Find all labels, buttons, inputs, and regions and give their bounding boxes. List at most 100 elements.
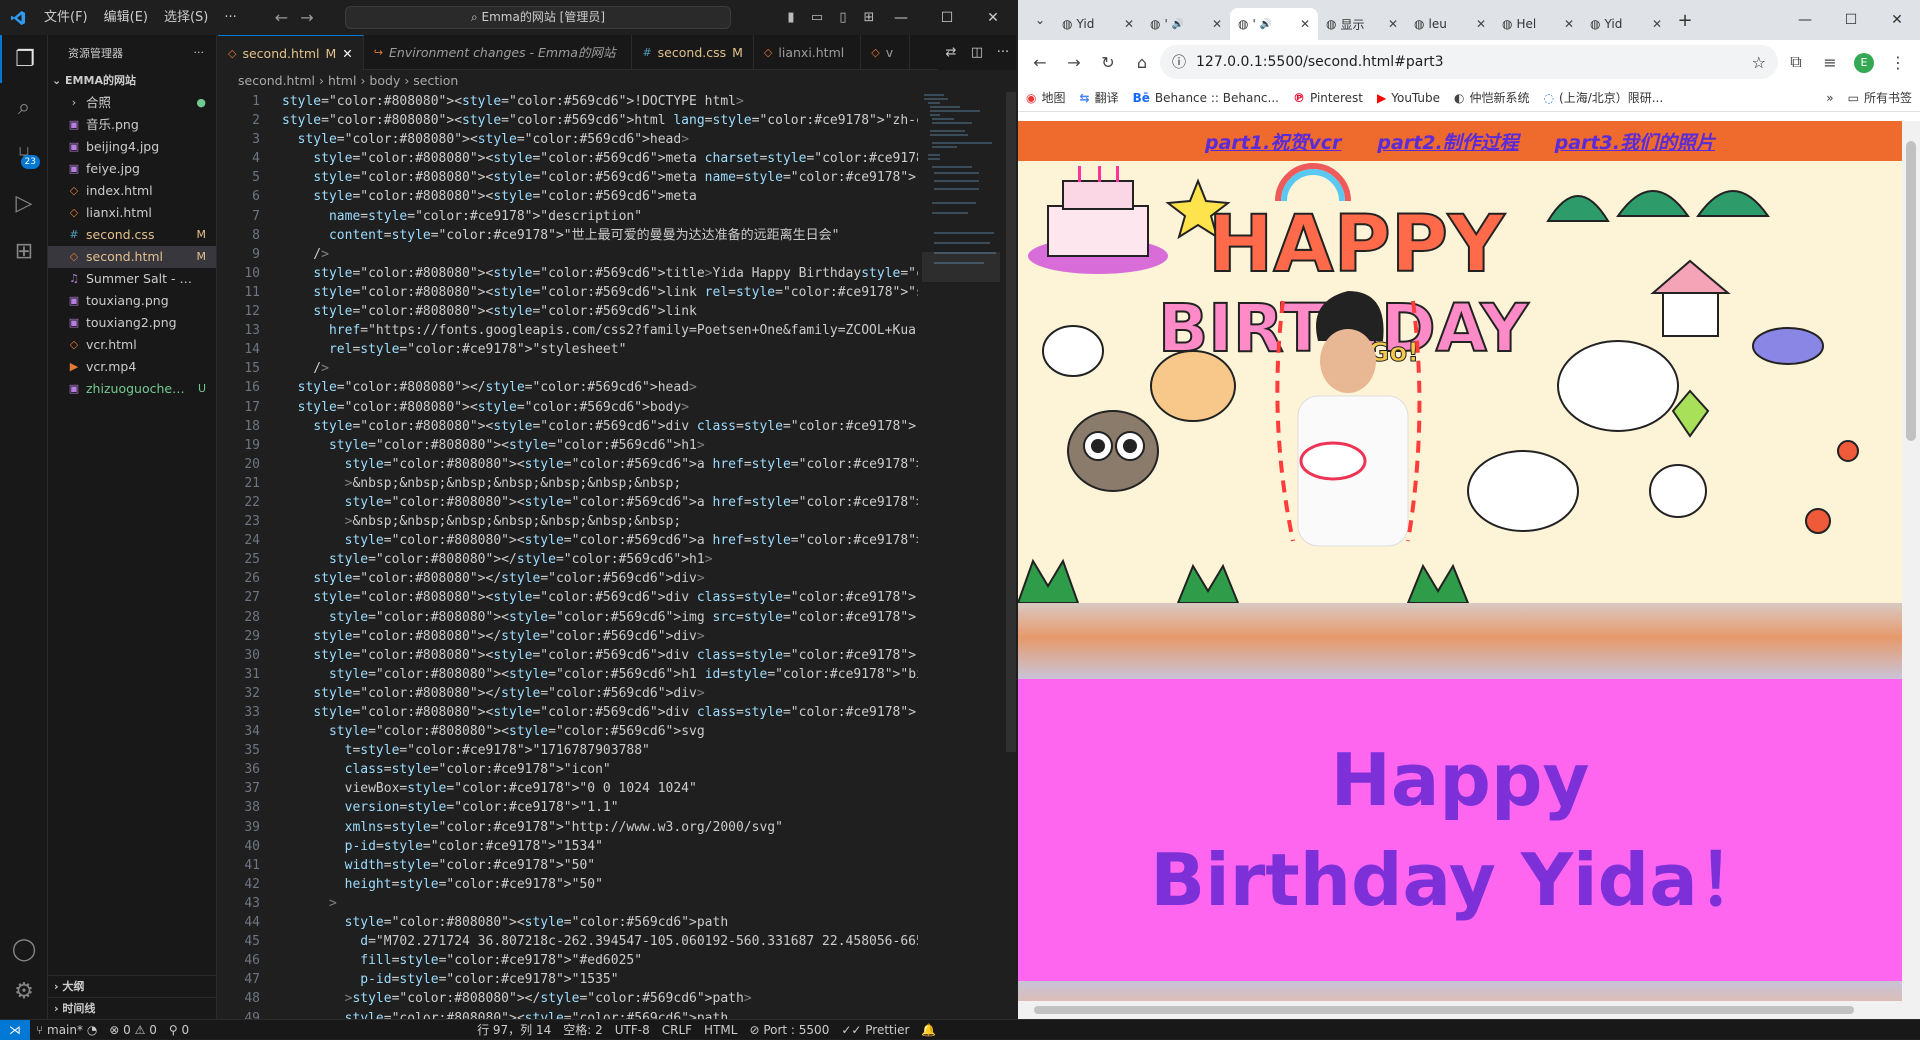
command-center[interactable]: ⌕ Emma的网站 [管理员] (345, 6, 731, 29)
breadcrumb-item[interactable]: section (413, 73, 458, 88)
file-item[interactable]: ▣ 音乐.png (48, 114, 216, 136)
scrollbar-thumb[interactable] (1906, 141, 1916, 441)
nav-link-part3[interactable]: part3.我们的照片 (1555, 128, 1715, 155)
code-line[interactable]: 13 href="https://fonts.googleapis.com/cs… (218, 321, 918, 340)
code-line[interactable]: 42 height=style="color:#ce9178">"50" (218, 875, 918, 894)
code-line[interactable]: 31 style="color:#808080"><style="color:#… (218, 665, 918, 684)
editor-tab[interactable]: ↪ Environment changes - Emma的网站 (364, 35, 633, 70)
code-line[interactable]: 38 version=style="color:#ce9178">"1.1" (218, 798, 918, 817)
file-item[interactable]: # second.css M (48, 224, 216, 246)
code-line[interactable]: 10 style="color:#808080"><style="color:#… (218, 264, 918, 283)
code-line[interactable]: 34 style="color:#808080"><style="color:#… (218, 722, 918, 741)
file-item[interactable]: ▶ vcr.mp4 (48, 356, 216, 378)
breadcrumb-item[interactable]: body (369, 73, 400, 88)
code-line[interactable]: 7 name=style="color:#ce9178">"descriptio… (218, 207, 918, 226)
close-tab-icon[interactable]: ✕ (342, 36, 352, 71)
close-tab-icon[interactable]: ✕ (1124, 17, 1134, 31)
file-item[interactable]: ♫ Summer Salt - Anoth... (48, 268, 216, 290)
code-line[interactable]: 20 style="color:#808080"><style="color:#… (218, 455, 918, 474)
file-item[interactable]: ◇ lianxi.html (48, 202, 216, 224)
encoding[interactable]: UTF-8 (609, 1023, 656, 1037)
file-item[interactable]: ▣ zhizuoguocheng... U (48, 378, 216, 400)
toggle-sidebar-icon[interactable]: ▮ (778, 10, 804, 25)
code-line[interactable]: 35 t=style="color:#ce9178">"171678790378… (218, 741, 918, 760)
code-line[interactable]: 26 style="color:#808080"></style="color:… (218, 569, 918, 588)
live-server-port[interactable]: ⊘ Port : 5500 (743, 1023, 835, 1037)
code-line[interactable]: 23 >&nbsp;&nbsp;&nbsp;&nbsp;&nbsp;&nbsp;… (218, 512, 918, 531)
code-line[interactable]: 1 style="color:#808080"><style="color:#56… (218, 92, 918, 111)
code-line[interactable]: 49 style="color:#808080"><style="color:#… (218, 1009, 918, 1020)
back-arrow-icon[interactable]: ← (1024, 53, 1056, 72)
close-icon[interactable]: ✕ (970, 0, 1016, 35)
bookmark-item[interactable]: ℗ Pinterest (1293, 91, 1363, 105)
file-item[interactable]: ◇ index.html (48, 180, 216, 202)
prettier-status[interactable]: ✓✓ Prettier (835, 1023, 915, 1037)
source-control-icon[interactable]: ⑂23 (0, 131, 48, 179)
toggle-panel-icon[interactable]: ▭ (804, 10, 830, 25)
line-ending[interactable]: CRLF (656, 1023, 698, 1037)
bookmark-item[interactable]: ◐ 仲恺新系统 (1454, 89, 1530, 106)
nav-link-part1[interactable]: part1.祝贺vcr (1205, 128, 1341, 155)
code-line[interactable]: 17 style="color:#808080"><style="color:#… (218, 398, 918, 417)
code-line[interactable]: 44 style="color:#808080"><style="color:#… (218, 913, 918, 932)
breadcrumb-item[interactable]: html (328, 73, 356, 88)
page-scrollbar[interactable] (1902, 121, 1920, 1019)
explorer-icon[interactable]: ❐ (0, 35, 48, 83)
bookmark-item[interactable]: ▶ YouTube (1377, 91, 1440, 105)
close-tab-icon[interactable]: ✕ (1564, 17, 1574, 31)
problems-indicator[interactable]: ⊗ 0 ⚠ 0 (103, 1023, 163, 1037)
home-icon[interactable]: ⌂ (1126, 53, 1158, 72)
browser-tab[interactable]: ◍ ' 🔊 ✕ (1230, 8, 1318, 40)
settings-gear-icon[interactable]: ⚙ (0, 967, 48, 1015)
code-line[interactable]: 43 > (218, 894, 918, 913)
code-line[interactable]: 36 class=style="color:#ce9178">"icon" (218, 760, 918, 779)
browser-tab[interactable]: ◍ Yid ✕ (1582, 8, 1670, 40)
code-line[interactable]: 30 style="color:#808080"><style="color:#… (218, 646, 918, 665)
file-item[interactable]: ▣ touxiang.png (48, 290, 216, 312)
cursor-position[interactable]: 行 97，列 14 (471, 1021, 557, 1038)
all-bookmarks-button[interactable]: ▭ 所有书签 (1848, 89, 1912, 106)
forward-arrow-icon[interactable]: → (1058, 53, 1090, 72)
editor-scrollbar[interactable] (1006, 92, 1016, 752)
page-horizontal-scrollbar[interactable] (1018, 1001, 1902, 1019)
browser-tab[interactable]: ◍ 显示 ✕ (1318, 8, 1406, 40)
code-line[interactable]: 14 rel=style="color:#ce9178">"stylesheet… (218, 340, 918, 359)
bookmark-star-icon[interactable]: ☆ (1752, 53, 1766, 72)
bookmark-item[interactable]: ⇆ 翻译 (1080, 89, 1119, 106)
code-line[interactable]: 5 style="color:#808080"><style="color:#5… (218, 168, 918, 187)
more-actions-icon[interactable]: ··· (194, 46, 205, 59)
editor-tab[interactable]: ◇ second.html M ✕ (218, 35, 364, 70)
audio-playing-icon[interactable]: 🔊 (1172, 19, 1184, 30)
chrome-menu-icon[interactable]: ⋮ (1882, 53, 1914, 72)
root-folder[interactable]: ⌄ EMMA的网站 (48, 70, 216, 92)
site-info-icon[interactable]: ⓘ (1172, 52, 1186, 72)
run-debug-icon[interactable]: ▷ (0, 179, 48, 227)
file-item[interactable]: › 合照 ● (48, 92, 216, 114)
file-item[interactable]: ▣ beijing4.jpg (48, 136, 216, 158)
editor-tab[interactable]: # second.css M (632, 35, 754, 70)
code-editor[interactable]: 1 style="color:#808080"><style="color:#56… (218, 92, 918, 1019)
code-line[interactable]: 19 style="color:#808080"><style="color:#… (218, 436, 918, 455)
code-line[interactable]: 12 style="color:#808080"><style="color:#… (218, 302, 918, 321)
browser-tab[interactable]: ◍ Hel ✕ (1494, 8, 1582, 40)
code-line[interactable]: 4 style="color:#808080"><style="color:#5… (218, 149, 918, 168)
editor-tab[interactable]: ◇ v (861, 35, 911, 70)
scrollbar-thumb[interactable] (1034, 1006, 1854, 1014)
code-line[interactable]: 46 fill=style="color:#ce9178">"#ed6025" (218, 951, 918, 970)
code-line[interactable]: 37 viewBox=style="color:#ce9178">"0 0 10… (218, 779, 918, 798)
code-line[interactable]: 32 style="color:#808080"></style="color:… (218, 684, 918, 703)
language-mode[interactable]: HTML (698, 1023, 743, 1037)
indentation[interactable]: 空格: 2 (557, 1021, 609, 1038)
minimize-icon[interactable]: — (1782, 12, 1828, 28)
file-item[interactable]: ▣ touxiang2.png (48, 312, 216, 334)
notifications-bell-icon[interactable]: 🔔 (915, 1023, 942, 1037)
code-line[interactable]: 24 style="color:#808080"><style="color:#… (218, 531, 918, 550)
profile-avatar[interactable]: E (1848, 51, 1880, 73)
search-icon[interactable]: ⌕ (0, 83, 48, 131)
forward-arrow-icon[interactable]: → (300, 8, 313, 27)
file-item[interactable]: ◇ second.html M (48, 246, 216, 268)
extensions-icon[interactable]: ⧉ (1780, 52, 1812, 72)
code-line[interactable]: 25 style="color:#808080"></style="color:… (218, 550, 918, 569)
browser-tab[interactable]: ◍ leu ✕ (1406, 8, 1494, 40)
more-bookmarks-icon[interactable]: » (1826, 91, 1833, 105)
